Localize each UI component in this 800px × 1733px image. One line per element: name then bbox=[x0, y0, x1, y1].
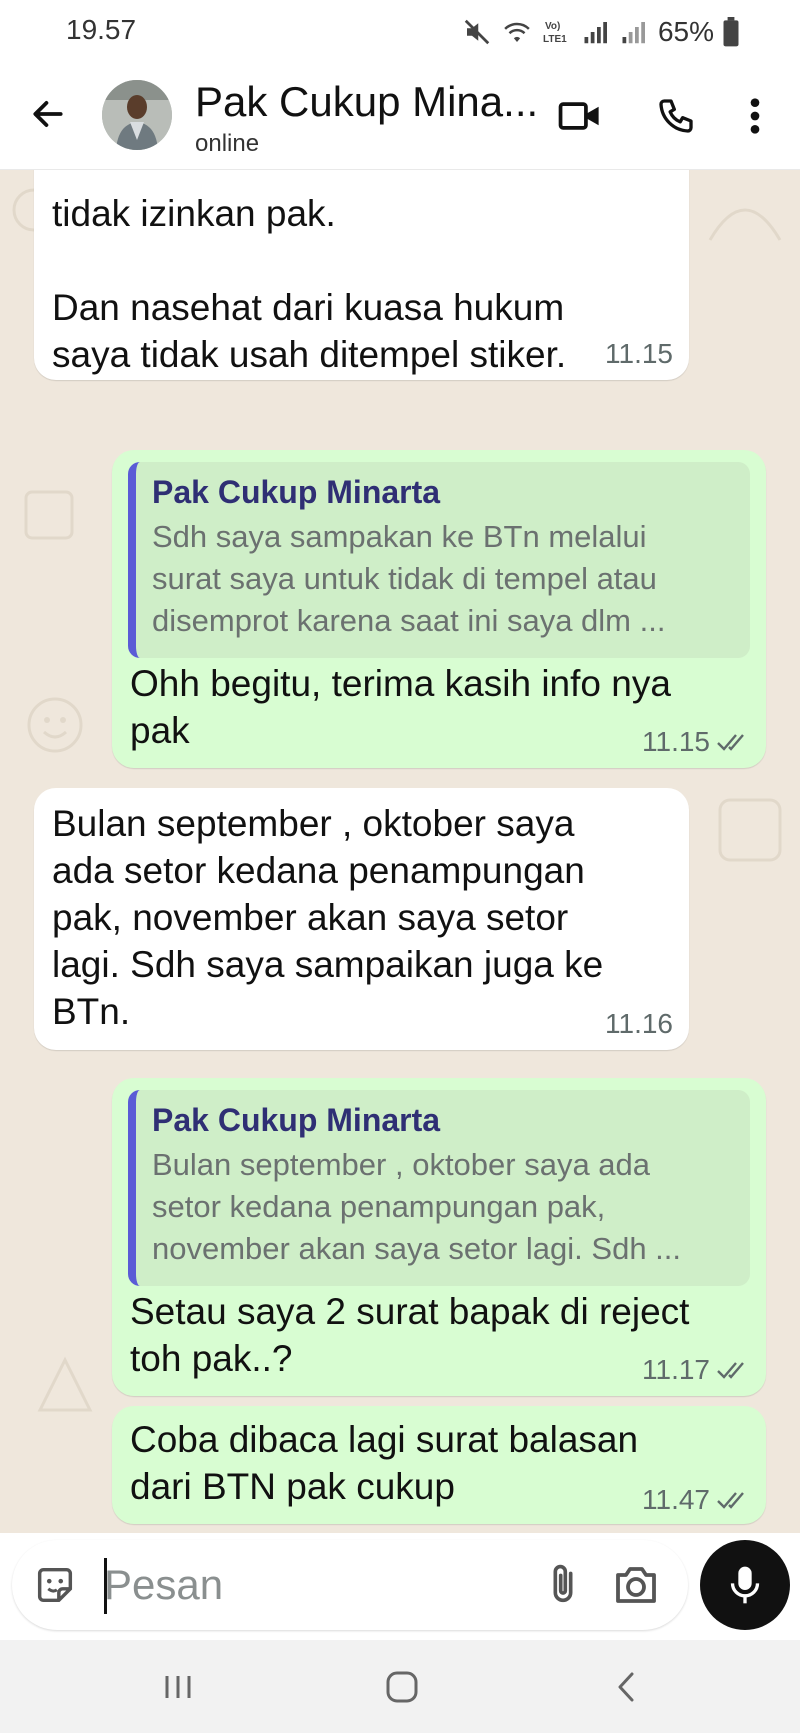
wallpaper-doodle-icon bbox=[37, 1356, 93, 1412]
back-icon bbox=[618, 1672, 634, 1702]
phone-icon bbox=[659, 99, 693, 133]
status-bar: 19.57 Vo) LTE1 65% bbox=[0, 0, 800, 64]
quote-author: Pak Cukup Minarta bbox=[152, 1102, 441, 1138]
message-composer bbox=[12, 1540, 688, 1630]
message-time: 11.15 bbox=[605, 338, 673, 370]
battery-percent: 65% bbox=[657, 16, 714, 47]
quote-text: Bulan september , oktober saya ada setor… bbox=[152, 1147, 682, 1266]
quote-text: Sdh saya sampakan ke BTn melalui surat s… bbox=[152, 519, 666, 638]
message-timestamp: 11.47 bbox=[642, 1484, 710, 1515]
quoted-message[interactable]: Pak Cukup Minarta Sdh saya sampakan ke B… bbox=[128, 462, 750, 658]
message-text: Coba dibaca lagi surat balasan dari BTN … bbox=[130, 1419, 639, 1507]
attach-button[interactable] bbox=[540, 1560, 586, 1610]
signal-icon bbox=[584, 22, 607, 44]
message-timestamp: 11.15 bbox=[605, 338, 673, 369]
more-vert-icon bbox=[750, 98, 760, 134]
wallpaper-doodle-icon bbox=[708, 208, 782, 241]
message-bubble-incoming[interactable]: tidak izinkan pak. Dan nasehat dari kuas… bbox=[34, 170, 689, 380]
read-receipt-icon bbox=[717, 734, 744, 751]
wallpaper-doodle-icon bbox=[718, 798, 782, 862]
home-icon bbox=[386, 1671, 418, 1703]
message-time: 11.47 bbox=[642, 1484, 750, 1516]
voice-message-button[interactable] bbox=[700, 1540, 790, 1630]
avatar-image bbox=[102, 80, 172, 150]
back-nav-button[interactable] bbox=[596, 1664, 656, 1710]
mute-icon bbox=[464, 19, 490, 45]
text-caret bbox=[104, 1558, 107, 1614]
message-text: Ohh begitu, terima kasih info nya pak bbox=[130, 663, 671, 751]
avatar[interactable] bbox=[102, 80, 172, 150]
paperclip-icon bbox=[553, 1564, 573, 1603]
message-text: Bulan september , oktober saya ada setor… bbox=[52, 803, 604, 1032]
contact-name[interactable]: Pak Cukup Mina... bbox=[195, 78, 538, 126]
wallpaper-doodle-icon bbox=[27, 697, 83, 753]
microphone-icon bbox=[730, 1566, 760, 1604]
read-receipt-icon bbox=[717, 1492, 744, 1509]
sticker-button[interactable] bbox=[32, 1562, 78, 1608]
back-arrow-icon bbox=[33, 101, 63, 127]
system-nav-bar bbox=[0, 1640, 800, 1733]
quoted-message[interactable]: Pak Cukup Minarta Bulan september , okto… bbox=[128, 1090, 750, 1286]
message-bubble-outgoing[interactable]: Pak Cukup Minarta Sdh saya sampakan ke B… bbox=[112, 450, 766, 768]
signal-icon-2 bbox=[622, 22, 645, 44]
video-call-button[interactable] bbox=[554, 90, 606, 142]
wifi-icon bbox=[504, 22, 530, 42]
battery-icon bbox=[723, 17, 739, 47]
message-bubble-incoming[interactable]: Bulan september , oktober saya ada setor… bbox=[34, 788, 689, 1050]
status-icons: Vo) LTE1 65% bbox=[462, 14, 740, 50]
message-timestamp: 11.17 bbox=[642, 1354, 710, 1385]
status-time: 19.57 bbox=[66, 14, 137, 45]
read-receipt-icon bbox=[717, 1362, 744, 1379]
svg-text:Vo): Vo) bbox=[545, 21, 560, 32]
message-timestamp: 11.16 bbox=[605, 1008, 673, 1039]
contact-status: online bbox=[195, 130, 260, 157]
message-time: 11.16 bbox=[605, 1008, 673, 1040]
message-timestamp: 11.15 bbox=[642, 726, 710, 757]
message-input[interactable] bbox=[104, 1556, 524, 1614]
quote-author: Pak Cukup Minarta bbox=[152, 474, 441, 510]
wallpaper-doodle-icon bbox=[24, 490, 74, 540]
chat-header: Pak Cukup Mina... online bbox=[0, 64, 800, 170]
home-button[interactable] bbox=[372, 1664, 432, 1710]
recent-apps-button[interactable] bbox=[148, 1664, 208, 1710]
message-time: 11.17 bbox=[642, 1354, 750, 1386]
back-button[interactable] bbox=[26, 92, 70, 136]
sticker-icon bbox=[37, 1567, 73, 1603]
camera-icon bbox=[616, 1567, 656, 1603]
more-options-button[interactable] bbox=[732, 90, 778, 142]
message-bubble-outgoing[interactable]: Coba dibaca lagi surat balasan dari BTN … bbox=[112, 1406, 766, 1524]
message-text: Setau saya 2 surat bapak di reject toh p… bbox=[130, 1291, 690, 1379]
voice-call-button[interactable] bbox=[650, 90, 702, 142]
recent-apps-icon bbox=[165, 1676, 191, 1698]
svg-text:LTE1: LTE1 bbox=[543, 34, 567, 45]
chat-area[interactable]: tidak izinkan pak. Dan nasehat dari kuas… bbox=[0, 170, 800, 1533]
video-call-icon bbox=[558, 102, 599, 130]
volte-icon: Vo) LTE1 bbox=[543, 21, 567, 45]
message-time: 11.15 bbox=[642, 726, 750, 758]
camera-button[interactable] bbox=[612, 1562, 660, 1608]
message-bubble-outgoing[interactable]: Pak Cukup Minarta Bulan september , okto… bbox=[112, 1078, 766, 1396]
message-text: tidak izinkan pak. Dan nasehat dari kuas… bbox=[52, 193, 567, 375]
